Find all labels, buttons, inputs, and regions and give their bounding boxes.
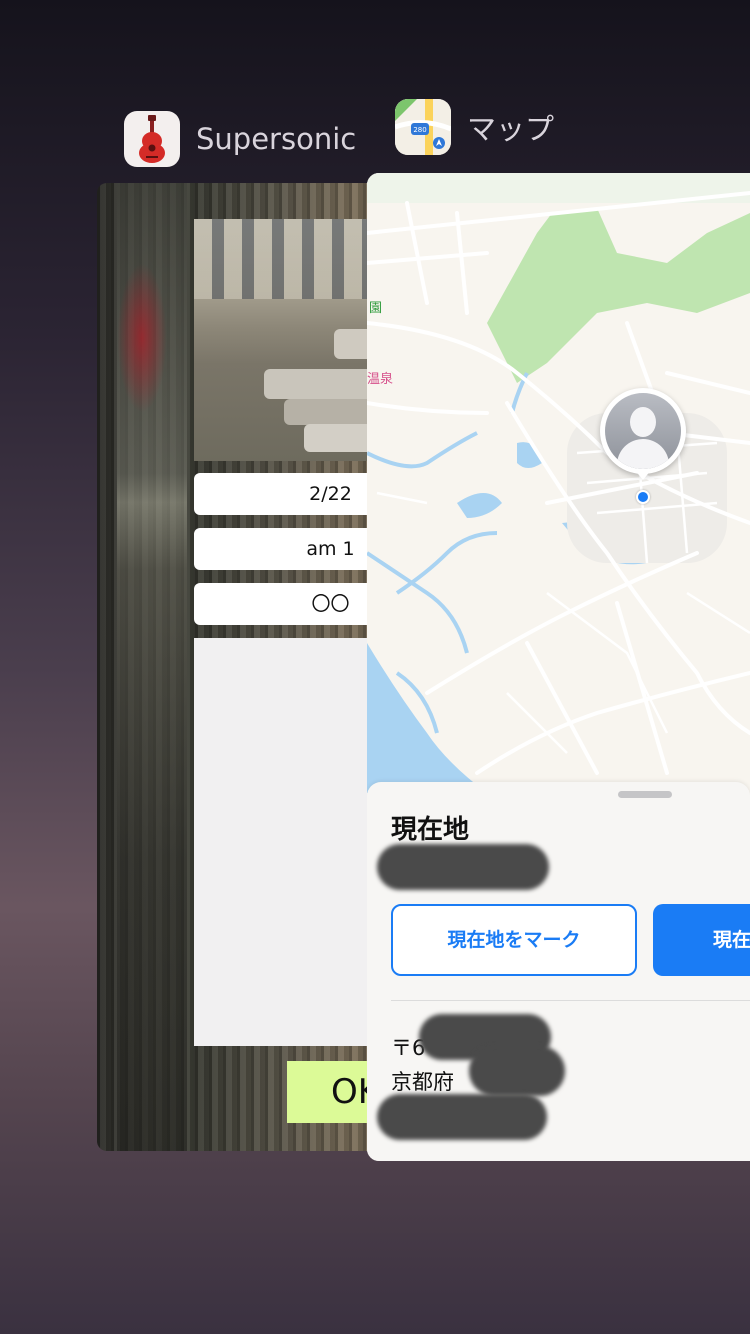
app-card-maps[interactable]: 園 温泉 現在地 現在地をマーク 現在 〒6 京都府 <box>367 173 750 1161</box>
redacted-area <box>469 1046 565 1096</box>
background-graffiti <box>117 263 167 413</box>
avatar <box>600 388 686 474</box>
mark-location-button[interactable]: 現在地をマーク <box>391 904 637 976</box>
app-name: マップ <box>467 112 555 146</box>
map-label-park: 園 <box>369 301 383 316</box>
person-icon <box>605 393 681 469</box>
maps-app-icon: 280 <box>395 99 451 155</box>
address-line-2: 京都府 <box>391 1070 454 1094</box>
sheet-grabber[interactable] <box>618 791 672 798</box>
map-view[interactable] <box>367 173 750 793</box>
svg-text:280: 280 <box>413 126 426 134</box>
map-label-onsen: 温泉 <box>367 372 394 387</box>
divider <box>391 1000 750 1001</box>
redacted-area <box>377 1094 547 1140</box>
redacted-area <box>377 844 549 890</box>
location-dot-icon <box>636 490 650 504</box>
location-sheet[interactable]: 現在地 現在地をマーク 現在 〒6 京都府 <box>367 782 750 1161</box>
current-location-pin[interactable] <box>600 388 686 504</box>
guitar-icon <box>124 111 180 167</box>
current-location-button[interactable]: 現在 <box>653 904 750 976</box>
app-label-supersonic[interactable]: Supersonic <box>124 111 356 167</box>
app-name: Supersonic <box>196 122 357 156</box>
app-label-maps[interactable]: 280 マップ <box>395 99 554 155</box>
sheet-title: 現在地 <box>391 815 470 845</box>
